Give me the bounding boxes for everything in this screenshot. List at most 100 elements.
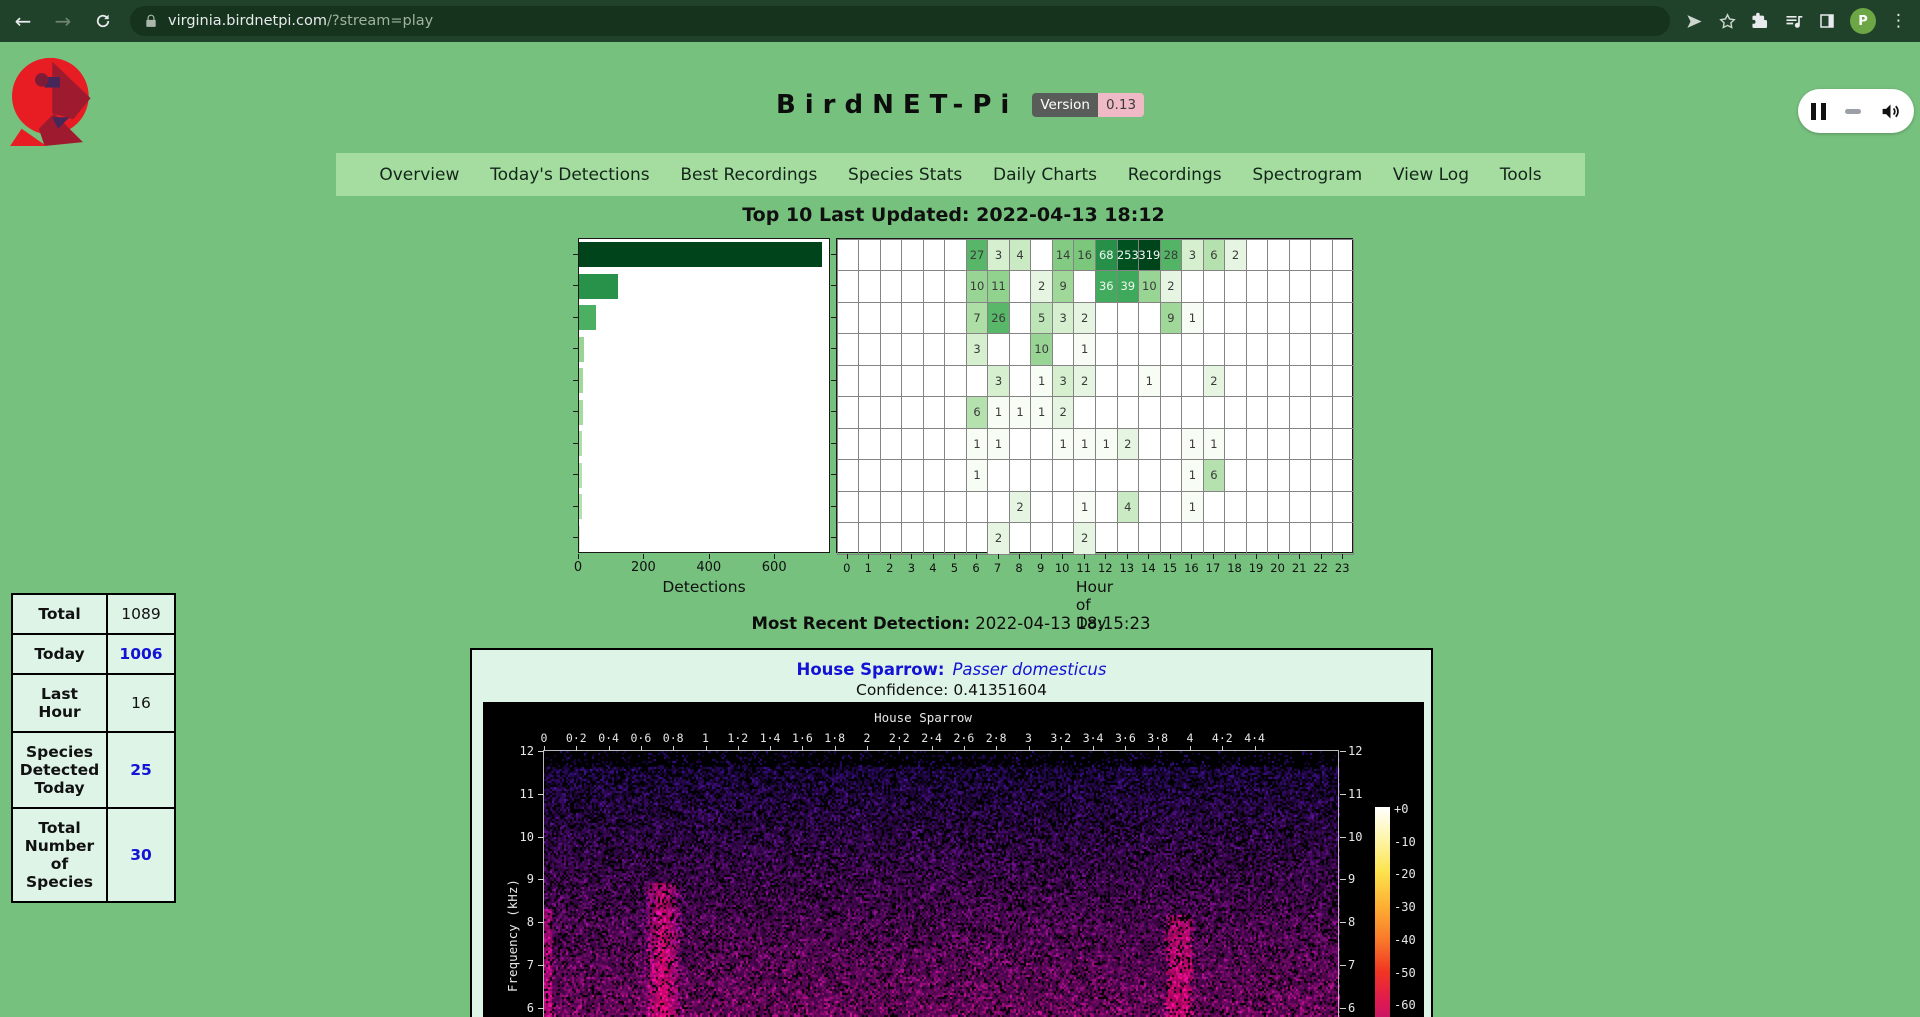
spec-xtick: [576, 746, 577, 751]
hour-tick-label: 16: [1184, 561, 1199, 575]
hour-tick-label: 2: [886, 561, 893, 575]
spec-xtick: [544, 746, 545, 751]
heatmap-cell: 2: [1009, 491, 1032, 524]
heatmap-cell: [987, 459, 1010, 492]
heatmap-cell: [880, 522, 903, 555]
heatmap-cell: 3: [966, 333, 989, 366]
heatmap-cell: [1246, 428, 1269, 461]
heatmap-cell: [1203, 302, 1226, 335]
heatmap-cell: [1009, 522, 1032, 555]
bar-ytick: [573, 348, 578, 349]
detections-bar-plot: [578, 238, 830, 553]
spec-xtick-label: 3·8: [1146, 731, 1170, 745]
nav-item-daily-charts[interactable]: Daily Charts: [993, 165, 1097, 185]
nav-item-recordings[interactable]: Recordings: [1128, 165, 1222, 185]
spec-xtick: [802, 746, 803, 751]
browser-menu-button[interactable]: ⋮: [1890, 11, 1907, 31]
browser-reload-button[interactable]: [86, 4, 120, 38]
lock-icon: [144, 14, 158, 28]
heatmap-cell: [1009, 270, 1032, 303]
heatmap-cell: [1095, 365, 1118, 398]
stats-row: TotalNumberofSpecies30: [12, 808, 175, 902]
heatmap-cell: [1310, 459, 1333, 492]
colorbar-label: -40: [1394, 933, 1416, 947]
media-controls-icon[interactable]: [1784, 11, 1804, 31]
spec-ylabel: Frequency (kHz): [505, 879, 520, 992]
heatmap-cell: [901, 522, 924, 555]
heatmap-cell: 1: [1203, 428, 1226, 461]
stats-value[interactable]: 30: [107, 808, 175, 902]
detection-bar: [579, 242, 822, 267]
nav-item-species-stats[interactable]: Species Stats: [848, 165, 962, 185]
hour-tick-label: 22: [1313, 561, 1328, 575]
heat-xtick: [1299, 554, 1300, 559]
spec-xtick: [996, 746, 997, 751]
heatmap-cell: [1117, 302, 1140, 335]
hour-tick-label: 20: [1270, 561, 1285, 575]
heatmap-cell: [901, 365, 924, 398]
colorbar-label: -20: [1394, 867, 1416, 881]
heatmap-cell: [880, 302, 903, 335]
stats-value[interactable]: 25: [107, 732, 175, 808]
stats-value[interactable]: 1006: [107, 634, 175, 674]
hour-tick-label: 9: [1037, 561, 1044, 575]
side-panel-icon[interactable]: [1818, 12, 1836, 30]
spec-ytick-label-right: 8: [1348, 915, 1366, 929]
profile-avatar[interactable]: P: [1850, 8, 1876, 34]
nav-item-spectrogram[interactable]: Spectrogram: [1252, 165, 1362, 185]
detection-bar: [579, 494, 582, 519]
heat-ytick: [831, 411, 836, 412]
heatmap-cell: 68: [1095, 239, 1118, 272]
spec-ytick: [538, 751, 544, 752]
spec-xtick: [835, 746, 836, 751]
spec-xtick: [899, 746, 900, 751]
nav-item-overview[interactable]: Overview: [379, 165, 459, 185]
heatmap-cell: 1: [1030, 396, 1053, 429]
heatmap-cell: 1: [1009, 396, 1032, 429]
spec-xtick-label: 4·4: [1243, 731, 1267, 745]
browser-back-button[interactable]: ←: [6, 4, 40, 38]
heatmap-cell: [880, 333, 903, 366]
spec-xtick-label: 0: [532, 731, 556, 745]
spec-xtick: [932, 746, 933, 751]
heatmap-cell: [1332, 270, 1355, 303]
heatmap-cell: 3: [1052, 365, 1075, 398]
heatmap-cell: [1224, 302, 1247, 335]
heatmap-cell: 10: [966, 270, 989, 303]
heat-xtick: [1062, 554, 1063, 559]
heat-xtick: [1170, 554, 1171, 559]
heatmap-cell: [858, 302, 881, 335]
bookmark-star-icon[interactable]: [1718, 12, 1737, 31]
heatmap-cell: [1289, 491, 1312, 524]
heatmap-cell: [987, 333, 1010, 366]
stats-label: Today: [12, 634, 107, 674]
heat-ytick: [831, 380, 836, 381]
heatmap-cell: 36: [1095, 270, 1118, 303]
heatmap-cell: [880, 428, 903, 461]
hour-tick-label: 12: [1098, 561, 1113, 575]
heatmap-cell: 6: [1203, 239, 1226, 272]
heatmap-cell: 26: [987, 302, 1010, 335]
hour-tick-label: 23: [1335, 561, 1350, 575]
heatmap-cell: [1246, 302, 1269, 335]
address-bar[interactable]: virginia.birdnetpi.com/?stream=play: [130, 6, 1670, 36]
send-icon[interactable]: [1685, 12, 1704, 31]
nav-item-view-log[interactable]: View Log: [1393, 165, 1469, 185]
heatmap-cell: [1117, 396, 1140, 429]
browser-forward-button[interactable]: →: [46, 4, 80, 38]
heatmap-cell: [1030, 459, 1053, 492]
heatmap-cell: [1030, 239, 1053, 272]
nav-item-best-recordings[interactable]: Best Recordings: [680, 165, 817, 185]
heatmap-cell: [1052, 491, 1075, 524]
heat-ytick: [831, 537, 836, 538]
heatmap-cell: [1138, 333, 1161, 366]
heatmap-cell: [837, 333, 860, 366]
extensions-icon[interactable]: [1751, 12, 1770, 31]
nav-item-tools[interactable]: Tools: [1500, 165, 1542, 185]
heatmap-cell: [1095, 459, 1118, 492]
spec-ytick-label-right: 7: [1348, 958, 1366, 972]
heatmap-cell: [1009, 365, 1032, 398]
spec-xtick: [1125, 746, 1126, 751]
species-name-link[interactable]: House Sparrow:: [797, 660, 945, 679]
nav-item-today-s-detections[interactable]: Today's Detections: [490, 165, 650, 185]
